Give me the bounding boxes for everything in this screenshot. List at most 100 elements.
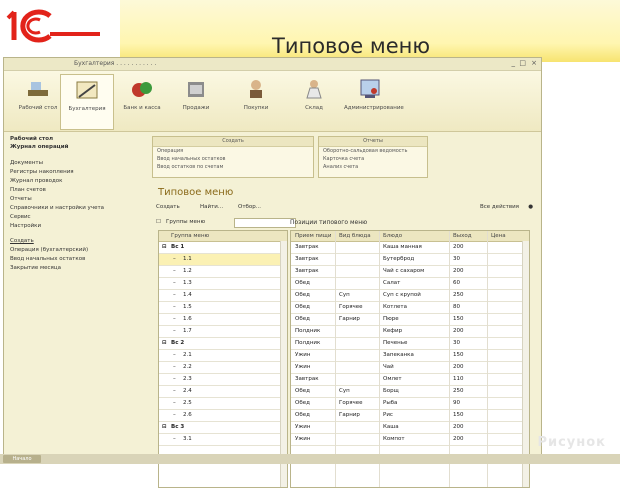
- table-row[interactable]: – 1.7: [159, 326, 287, 338]
- create-box-link[interactable]: Операция: [153, 147, 313, 155]
- table-row[interactable]: Обед Горячее Рыба 90: [291, 398, 529, 410]
- nav-item-references[interactable]: Справочники и настройки учета: [10, 205, 104, 211]
- minimize-button[interactable]: _: [512, 59, 516, 67]
- nav-item-registers[interactable]: Регистры накопления: [10, 169, 74, 175]
- table-row[interactable]: – 2.1: [159, 350, 287, 362]
- column-header[interactable]: Блюдо: [383, 233, 402, 239]
- table-row[interactable]: Обед Салат 60: [291, 278, 529, 290]
- create-box-link[interactable]: Ввод начальных остатков: [153, 155, 313, 163]
- table-row[interactable]: Завтрак Омлет 110: [291, 374, 529, 386]
- column-header[interactable]: Цена: [491, 233, 506, 239]
- table-row[interactable]: – 1.3: [159, 278, 287, 290]
- table-cell: Чай с сахаром: [383, 268, 425, 274]
- table-row[interactable]: Обед Гарнир Рис 150: [291, 410, 529, 422]
- group-row[interactable]: ⊟ Вс 2: [159, 338, 287, 350]
- nav-create-balances[interactable]: Ввод начальных остатков: [10, 256, 85, 262]
- table-cell: Гарнир: [339, 412, 360, 418]
- table-row[interactable]: Обед Гарнир Пюре 150: [291, 314, 529, 326]
- column-header[interactable]: Вид блюда: [339, 233, 371, 239]
- column-header[interactable]: Группа меню: [171, 233, 209, 239]
- table-row[interactable]: Обед Горячее Котлета 80: [291, 302, 529, 314]
- table-row[interactable]: – 1.4: [159, 290, 287, 302]
- nav-item-settings[interactable]: Настройки: [10, 223, 41, 229]
- create-button[interactable]: Создать: [156, 204, 180, 210]
- menu-items-scrollbar[interactable]: [522, 241, 529, 487]
- table-row[interactable]: Полдник Кефир 200: [291, 326, 529, 338]
- table-row[interactable]: Завтрак Чай с сахаром 200: [291, 266, 529, 278]
- create-box-link[interactable]: Ввод остатков по счетам: [153, 163, 313, 171]
- table-cell: Чай: [383, 364, 394, 370]
- nav-item-accounts[interactable]: План счетов: [10, 187, 46, 193]
- table-cell: Завтрак: [295, 244, 319, 250]
- table-row[interactable]: Ужин Компот 200: [291, 434, 529, 446]
- group-filter-label: Группы меню: [166, 219, 206, 225]
- group-row[interactable]: ⊟ Вс 3: [159, 422, 287, 434]
- all-actions-button[interactable]: Все действия: [480, 204, 519, 210]
- nav-item-service[interactable]: Сервис: [10, 214, 31, 220]
- toolbar-desk[interactable]: Рабочий стол: [12, 74, 64, 128]
- table-row[interactable]: – 2.3: [159, 374, 287, 386]
- table-cell: Ужин: [295, 436, 311, 442]
- table-row[interactable]: – 1.1: [159, 254, 287, 266]
- nav-create-operation[interactable]: Операция (бухгалтерский): [10, 247, 88, 253]
- folder-icon: ⊟: [162, 340, 167, 346]
- table-row[interactable]: – 2.5: [159, 398, 287, 410]
- toolbar-ledger[interactable]: Бухгалтерия: [60, 74, 114, 130]
- reports-box-link[interactable]: Оборотно-сальдовая ведомость: [319, 147, 427, 155]
- close-button[interactable]: ×: [531, 59, 537, 67]
- nav-item-reports[interactable]: Отчеты: [10, 196, 32, 202]
- table-row[interactable]: Ужин Каша 200: [291, 422, 529, 434]
- table-row[interactable]: – 1.2: [159, 266, 287, 278]
- toolbar-admin[interactable]: Администрирование: [344, 74, 404, 128]
- table-cell: Гарнир: [339, 316, 360, 322]
- nav-create-month-close[interactable]: Закрытие месяца: [10, 265, 61, 271]
- column-header[interactable]: Выход: [453, 233, 472, 239]
- start-button[interactable]: Начало: [3, 455, 41, 463]
- group-row[interactable]: ⊟ Вс 1: [159, 242, 287, 254]
- table-cell: Компот: [383, 436, 405, 442]
- table-cell: Горячее: [339, 400, 363, 406]
- table-cell: 200: [453, 244, 464, 250]
- table-row[interactable]: – 3.1: [159, 434, 287, 446]
- table-cell: 80: [453, 304, 460, 310]
- help-icon[interactable]: ●: [528, 204, 533, 210]
- table-row[interactable]: – 1.5: [159, 302, 287, 314]
- table-row[interactable]: Завтрак Бутерброд 30: [291, 254, 529, 266]
- column-header[interactable]: Прием пищи: [295, 233, 331, 239]
- filter-button[interactable]: Отбор...: [238, 204, 261, 210]
- table-cell: Суп: [339, 388, 350, 394]
- group-filter-input[interactable]: [234, 218, 296, 228]
- nav-item-desk[interactable]: Рабочий стол: [10, 136, 53, 142]
- table-row[interactable]: Ужин Запеканка 150: [291, 350, 529, 362]
- table-cell: 60: [453, 280, 460, 286]
- table-row[interactable]: Завтрак Каша манная 200: [291, 242, 529, 254]
- toolbar-purchases[interactable]: Покупки: [230, 74, 282, 128]
- table-row[interactable]: – 2.2: [159, 362, 287, 374]
- reports-box-link[interactable]: Карточка счета: [319, 155, 427, 163]
- maximize-button[interactable]: □: [519, 59, 526, 67]
- group-name-cell: Вс 3: [171, 424, 185, 430]
- nav-item-journal[interactable]: Журнал операций: [10, 144, 68, 150]
- column-divider: [379, 231, 380, 487]
- groups-scrollbar[interactable]: [280, 241, 287, 487]
- toolbar-bank[interactable]: Банк и касса: [116, 74, 168, 128]
- create-box-title: Создать: [153, 137, 313, 147]
- nav-item-entries[interactable]: Журнал проводок: [10, 178, 62, 184]
- item-dash-icon: –: [173, 280, 176, 286]
- table-row[interactable]: – 2.4: [159, 386, 287, 398]
- slide-title: Типовое меню: [272, 34, 431, 58]
- toolbar-sales[interactable]: Продажи: [170, 74, 222, 128]
- find-button[interactable]: Найти...: [200, 204, 223, 210]
- table-row[interactable]: – 2.6: [159, 410, 287, 422]
- table-row[interactable]: Обед Суп Борщ 250: [291, 386, 529, 398]
- group-name-cell: 1.7: [183, 328, 192, 334]
- table-row[interactable]: Обед Суп Суп с крупой 250: [291, 290, 529, 302]
- reports-box-link[interactable]: Анализ счета: [319, 163, 427, 171]
- nav-item-documents[interactable]: Документы: [10, 160, 43, 166]
- table-row[interactable]: Полдник Печенье 30: [291, 338, 529, 350]
- table-row[interactable]: – 1.6: [159, 314, 287, 326]
- table-row[interactable]: Ужин Чай 200: [291, 362, 529, 374]
- group-checkbox[interactable]: ☐: [156, 219, 161, 225]
- table-cell: Обед: [295, 304, 310, 310]
- toolbar-warehouse[interactable]: Склад: [288, 74, 340, 128]
